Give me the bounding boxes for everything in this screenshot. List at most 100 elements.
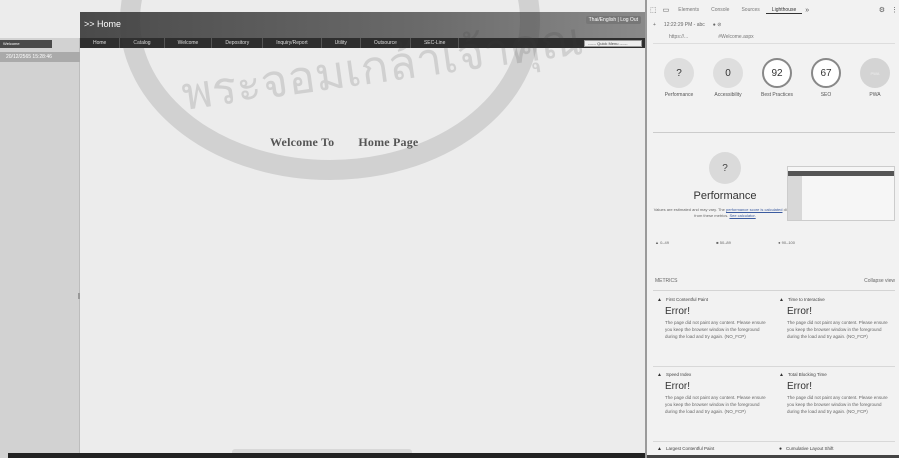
metric-first-contentful-paint: ▲ First Contentful Paint Error! The page … xyxy=(657,297,769,340)
warning-triangle-icon: ▲ xyxy=(657,297,662,303)
divider xyxy=(653,366,895,367)
score-label-pwa: PWA xyxy=(869,92,881,98)
nav-outsource[interactable]: Outsource xyxy=(361,38,411,48)
metric-value-tti: Error! xyxy=(787,306,812,317)
clear-report-icon[interactable]: ● ⊘ xyxy=(713,22,722,28)
metric-name-tti: ▲ Time to Interactive xyxy=(779,297,891,303)
nav-home[interactable]: Home xyxy=(80,38,121,48)
score-performance[interactable]: ? Performance xyxy=(657,58,701,99)
welcome-text-right: Home Page xyxy=(358,135,419,149)
app-bottom-bar xyxy=(8,453,645,458)
score-best-practices[interactable]: 92 Best Practices xyxy=(755,58,799,99)
report-url-path: #Welcome.aspx xyxy=(718,34,754,40)
divider xyxy=(653,132,895,133)
pass-circle-icon: ● xyxy=(779,446,783,452)
metric-desc-fcp: The page did not paint any content. Plea… xyxy=(665,320,766,339)
thumbnail-header xyxy=(788,171,894,176)
report-url-bar: https://... #Welcome.aspx xyxy=(653,34,895,44)
performance-title: Performance xyxy=(693,190,757,202)
score-label-best-practices: Best Practices xyxy=(761,92,793,98)
devtools-tabbar: ⬚ ▭ Elements Console Sources Lighthouse … xyxy=(647,4,899,16)
divider xyxy=(653,441,895,442)
new-report-button[interactable]: + xyxy=(653,22,656,28)
sidebar-tab-welcome[interactable]: Welcome xyxy=(0,40,52,48)
metric-label-si: Speed Index xyxy=(665,372,692,377)
welcome-heading: Welcome To Home Page xyxy=(270,135,418,150)
tab-sources[interactable]: Sources xyxy=(735,7,765,13)
divider xyxy=(653,290,895,291)
tab-console[interactable]: Console xyxy=(705,7,735,13)
metric-label-tti: Time to Interactive xyxy=(787,297,825,302)
metric-desc-tti: The page did not paint any content. Plea… xyxy=(787,320,888,339)
warning-triangle-icon: ▲ xyxy=(657,446,662,452)
metric-name-fcp: ▲ First Contentful Paint xyxy=(657,297,769,303)
metrics-header: METRICS Collapse view xyxy=(655,278,895,284)
metric-speed-index: ▲ Speed Index Error! The page did not pai… xyxy=(657,372,769,415)
perf-desc-text-1: Values are estimated and may vary. The xyxy=(653,207,725,212)
kebab-menu-icon[interactable]: ⋮ xyxy=(888,6,899,14)
nav-welcome[interactable]: Welcome xyxy=(165,38,213,48)
tab-lighthouse[interactable]: Lighthouse xyxy=(765,7,803,14)
page-screenshot-thumbnail[interactable] xyxy=(787,166,895,221)
score-pwa[interactable]: PWA PWA xyxy=(853,58,897,99)
app-header: >> Home Thai/English | Log Out xyxy=(80,12,645,38)
report-select[interactable]: 12:22:29 PM - abc xyxy=(664,22,705,28)
metric-label-lcp: Largest Contentful Paint xyxy=(665,446,715,451)
more-tabs-icon[interactable]: » xyxy=(802,7,812,14)
performance-gauge-large: ? xyxy=(709,152,741,184)
settings-icon[interactable]: ⚙ xyxy=(876,6,888,14)
welcome-text-left: Welcome To xyxy=(270,135,335,149)
score-gauges: ? Performance 0 Accessibility 92 Best Pr… xyxy=(657,58,897,99)
nav-sec-line[interactable]: SEC-Line xyxy=(411,38,460,48)
score-seo[interactable]: 67 SEO xyxy=(804,58,848,99)
metric-name-si: ▲ Speed Index xyxy=(657,372,769,378)
legend-average: ■ 50–89 xyxy=(716,240,731,245)
language-logout-links[interactable]: Thai/English | Log Out xyxy=(585,16,641,24)
main-nav: Home Catalog Welcome Depository Inquiry/… xyxy=(80,38,645,48)
metric-value-fcp: Error! xyxy=(665,306,690,317)
legend-pass: ● 90–100 xyxy=(778,240,795,245)
device-toggle-icon[interactable]: ▭ xyxy=(660,6,673,14)
quick-menu-select[interactable]: ------ Quick Menu ------ xyxy=(584,39,642,47)
page-title: >> Home xyxy=(84,19,122,29)
tab-elements[interactable]: Elements xyxy=(672,7,705,13)
metric-label-cls: Cumulative Layout Shift xyxy=(786,446,834,451)
score-label-accessibility: Accessibility xyxy=(714,92,742,98)
gauge-seo: 67 xyxy=(811,58,841,88)
legend-fail: ▲ 0–49 xyxy=(655,240,669,245)
gauge-best-practices: 92 xyxy=(762,58,792,88)
lighthouse-toolbar: + 12:22:29 PM - abc ● ⊘ xyxy=(647,20,899,30)
warning-triangle-icon: ▲ xyxy=(779,372,784,378)
perf-score-link[interactable]: performance score is calculated xyxy=(726,207,782,212)
see-calculator-link[interactable]: See calculator. xyxy=(729,213,755,218)
sidebar-datetime: 20/12/2565 15:28:46 xyxy=(0,52,80,62)
gauge-performance: ? xyxy=(664,58,694,88)
metric-desc-si: The page did not paint any content. Plea… xyxy=(665,395,766,414)
report-url-host: https://... xyxy=(669,34,689,40)
metric-name-tbt: ▲ Total Blocking Time xyxy=(779,372,891,378)
gauge-accessibility: 0 xyxy=(713,58,743,88)
metric-label-fcp: First Contentful Paint xyxy=(665,297,708,302)
screen: >> Home Thai/English | Log Out Home Cata… xyxy=(0,0,899,458)
devtools-panel: ⬚ ▭ Elements Console Sources Lighthouse … xyxy=(645,0,899,458)
collapse-view-link[interactable]: Collapse view xyxy=(864,278,895,284)
inspect-icon[interactable]: ⬚ xyxy=(647,6,660,14)
score-accessibility[interactable]: 0 Accessibility xyxy=(706,58,750,99)
nav-utility[interactable]: Utility xyxy=(322,38,361,48)
nav-inquiry-report[interactable]: Inquiry/Report xyxy=(263,38,322,48)
metric-value-tbt: Error! xyxy=(787,381,812,392)
metric-total-blocking-time: ▲ Total Blocking Time Error! The page did… xyxy=(779,372,891,415)
metric-name-cls: ● Cumulative Layout Shift xyxy=(779,446,891,452)
metric-cumulative-layout-shift: ● Cumulative Layout Shift xyxy=(779,446,891,452)
thumbnail-sidebar xyxy=(788,176,802,220)
warning-triangle-icon: ▲ xyxy=(657,372,662,378)
metric-time-to-interactive: ▲ Time to Interactive Error! The page did… xyxy=(779,297,891,340)
sidebar: Welcome 20/12/2565 15:28:46 xyxy=(0,38,80,458)
nav-depository[interactable]: Depository xyxy=(212,38,264,48)
metric-value-si: Error! xyxy=(665,381,690,392)
sidebar-resize-handle[interactable] xyxy=(78,293,80,299)
nav-catalog[interactable]: Catalog xyxy=(120,38,165,48)
metric-largest-contentful-paint: ▲ Largest Contentful Paint xyxy=(657,446,769,452)
warning-triangle-icon: ▲ xyxy=(779,297,784,303)
gauge-pwa: PWA xyxy=(860,58,890,88)
